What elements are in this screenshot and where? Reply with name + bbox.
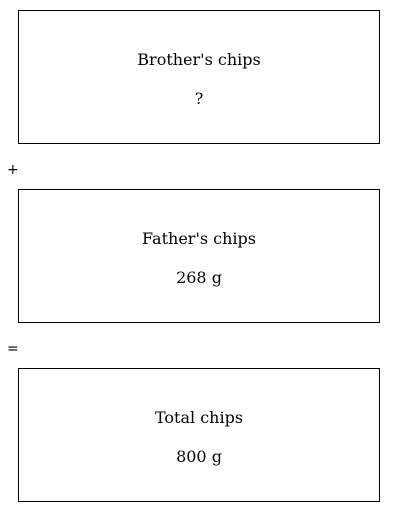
brother-chips-label: Brother's chips	[137, 50, 261, 69]
total-chips-value: 800 g	[176, 447, 222, 466]
father-chips-label: Father's chips	[142, 229, 256, 248]
brother-chips-box: Brother's chips ?	[18, 10, 380, 144]
total-chips-label: Total chips	[154, 408, 244, 427]
plus-sign: +	[7, 162, 19, 178]
father-chips-box: Father's chips 268 g	[18, 189, 380, 323]
brother-chips-value: ?	[194, 89, 204, 108]
equals-sign: =	[7, 341, 19, 357]
father-chips-value: 268 g	[176, 268, 222, 287]
total-chips-box: Total chips 800 g	[18, 368, 380, 502]
